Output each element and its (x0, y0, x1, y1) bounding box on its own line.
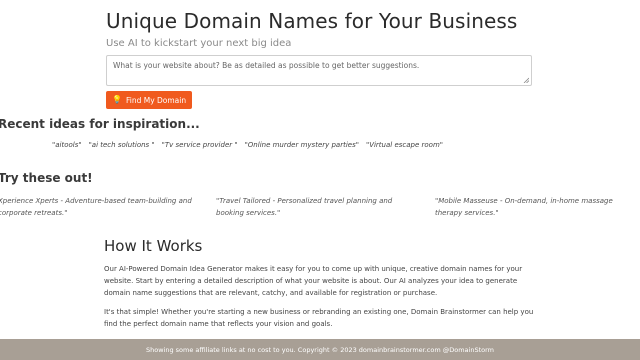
how-it-works-paragraph: Our AI-Powered Domain Idea Generator mak… (104, 265, 523, 297)
recent-idea-link[interactable]: "Online murder mystery parties" (245, 141, 359, 149)
recent-idea-link[interactable]: "aitools" (52, 141, 82, 149)
try-example-link[interactable]: Xperience Xperts - Adventure-based team-… (0, 195, 203, 219)
page-subtitle: Use AI to kickstart your next big idea (106, 38, 292, 49)
recent-idea-link[interactable]: "Tv service provider " (162, 141, 238, 149)
try-example-link[interactable]: "Travel Tailored - Personalized travel p… (216, 195, 406, 219)
footer-text: Showing some affiliate links at no cost … (145, 345, 495, 354)
recent-ideas-list: "aitools" "ai tech solutions " "Tv servi… (52, 141, 443, 149)
find-my-domain-button[interactable]: 💡 Find My Domain (106, 91, 193, 109)
footer: Showing some affiliate links at no cost … (0, 339, 640, 360)
recent-ideas-heading: Recent ideas for inspiration... (0, 117, 200, 131)
try-these-heading: Try these out! (0, 171, 93, 185)
how-it-works-paragraph: It's that simple! Whether you're startin… (104, 308, 534, 328)
how-it-works-title: How It Works (104, 237, 203, 255)
page-title: Unique Domain Names for Your Business (106, 9, 518, 33)
hero-section: Unique Domain Names for Your Business Us… (106, 9, 536, 109)
try-example-link[interactable]: "Mobile Masseuse - On-demand, in-home ma… (435, 195, 640, 219)
idea-input-container (106, 55, 532, 86)
how-it-works-section: How It Works Our AI-Powered Domain Idea … (104, 237, 538, 330)
find-my-domain-label: Find My Domain (125, 95, 187, 105)
resize-handle-icon[interactable] (523, 77, 529, 83)
try-examples-grid: Xperience Xperts - Adventure-based team-… (0, 195, 640, 219)
website-description-input[interactable] (107, 56, 531, 85)
recent-idea-link[interactable]: "ai tech solutions " (89, 141, 155, 149)
lightbulb-icon: 💡 (112, 95, 122, 104)
recent-idea-link[interactable]: "Virtual escape room" (366, 141, 443, 149)
